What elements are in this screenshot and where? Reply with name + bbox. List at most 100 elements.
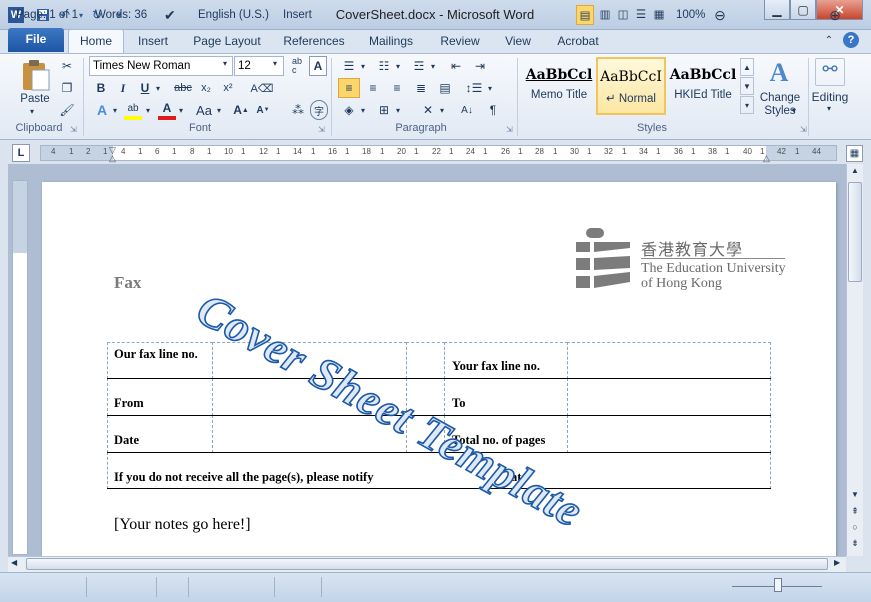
tab-file[interactable]: File — [8, 28, 64, 52]
style-normal[interactable]: AaBbCcI ↵ Normal — [596, 57, 666, 115]
shading-icon[interactable]: ◈ — [340, 100, 358, 120]
line-spacing-icon[interactable]: ↕☰ — [464, 78, 484, 98]
change-case-dropdown-icon[interactable]: ▾ — [214, 100, 224, 120]
tab-page-layout[interactable]: Page Layout — [188, 30, 266, 53]
character-border-icon[interactable]: A — [309, 56, 327, 76]
increase-indent-icon[interactable]: ⇥ — [471, 56, 489, 76]
tab-insert[interactable]: Insert — [130, 30, 176, 53]
underline-icon[interactable]: U — [137, 78, 153, 98]
text-effects-icon[interactable]: A — [93, 100, 111, 120]
vertical-scrollbar[interactable]: ▲ ▼ ⇞ ○ ⇟ — [846, 164, 863, 556]
zoom-in-icon[interactable]: ⊕ — [827, 5, 843, 25]
style-hkied-title[interactable]: AaBbCcl HKIEd Title — [668, 57, 738, 115]
scroll-right-icon[interactable]: ▶ — [834, 558, 840, 567]
outline-icon[interactable]: ☰ — [633, 5, 649, 25]
tab-mailings[interactable]: Mailings — [360, 30, 422, 53]
change-styles-icon[interactable]: A — [764, 58, 794, 88]
distributed-icon[interactable]: ▤ — [435, 78, 455, 98]
font-size-dropdown-icon[interactable]: ▾ — [273, 59, 277, 68]
decrease-indent-icon[interactable]: ⇤ — [447, 56, 465, 76]
find-binoculars-icon[interactable]: ⚯ — [815, 58, 845, 86]
shading-dropdown-icon[interactable]: ▾ — [358, 100, 368, 120]
help-icon[interactable]: ? — [843, 32, 859, 48]
insert-mode[interactable]: Insert — [283, 5, 312, 25]
font-color-dropdown-icon[interactable]: ▾ — [176, 100, 186, 120]
format-painter-icon[interactable]: 🖌 — [58, 100, 76, 120]
change-styles-dropdown-icon[interactable]: ▾ — [792, 106, 796, 115]
styles-scroll-up-icon[interactable]: ▲ — [740, 58, 754, 76]
tab-acrobat[interactable]: Acrobat — [550, 30, 606, 53]
full-screen-reading-icon[interactable]: ▥ — [597, 5, 613, 25]
subscript-icon[interactable]: x₂ — [198, 78, 214, 98]
browse-object-icon[interactable]: ○ — [849, 522, 861, 534]
scroll-down-icon[interactable]: ▼ — [849, 490, 861, 502]
align-left-icon[interactable]: ≡ — [338, 78, 360, 98]
table-cell[interactable] — [567, 415, 771, 453]
editing-dropdown-icon[interactable]: ▾ — [827, 104, 831, 113]
draft-icon[interactable]: ▦ — [651, 5, 667, 25]
tab-view[interactable]: View — [498, 30, 538, 53]
text-effects-dropdown-icon[interactable]: ▾ — [110, 100, 120, 120]
zoom-out-icon[interactable]: ⊖ — [712, 5, 728, 25]
web-layout-icon[interactable]: ◫ — [615, 5, 631, 25]
change-styles-button[interactable]: Change Styles — [756, 92, 804, 118]
zoom-slider-thumb[interactable] — [774, 578, 782, 592]
view-ruler-icon[interactable]: ▦ — [846, 145, 863, 162]
bullets-icon[interactable]: ☰ — [340, 56, 358, 76]
table-cell[interactable] — [567, 342, 771, 379]
table-cell[interactable] — [567, 378, 771, 416]
clipboard-launcher-icon[interactable]: ⇲ — [70, 125, 77, 134]
paste-button[interactable]: Paste — [18, 93, 52, 105]
tab-references[interactable]: References — [278, 30, 350, 53]
borders-icon[interactable]: ⊞ — [375, 100, 393, 120]
numbering-dropdown-icon[interactable]: ▾ — [393, 56, 403, 76]
cut-icon[interactable]: ✂ — [58, 56, 76, 76]
superscript-icon[interactable]: x² — [220, 78, 236, 98]
font-name-combo[interactable]: Times New Roman — [89, 56, 233, 76]
sort-icon[interactable]: A↓ — [458, 100, 476, 120]
language-status[interactable]: English (U.S.) — [198, 5, 269, 25]
asian-layout-dropdown-icon[interactable]: ▾ — [437, 100, 447, 120]
styles-more-icon[interactable]: ▾ — [740, 96, 754, 114]
page-count[interactable]: Page: 1 of 1 — [16, 5, 78, 25]
copy-icon[interactable]: ❐ — [58, 78, 76, 98]
previous-page-icon[interactable]: ⇞ — [849, 506, 861, 518]
next-page-icon[interactable]: ⇟ — [849, 538, 861, 550]
font-launcher-icon[interactable]: ⇲ — [318, 125, 325, 134]
line-spacing-dropdown-icon[interactable]: ▾ — [485, 78, 495, 98]
justify-icon[interactable]: ≣ — [411, 78, 431, 98]
proofing-icon[interactable]: ✔ — [164, 5, 176, 25]
word-count[interactable]: Words: 36 — [95, 5, 147, 25]
tab-review[interactable]: Review — [434, 30, 486, 53]
strikethrough-icon[interactable]: abc — [172, 78, 194, 98]
editing-button[interactable]: Editing — [808, 90, 852, 104]
align-right-icon[interactable]: ≡ — [387, 78, 407, 98]
bullets-dropdown-icon[interactable]: ▾ — [358, 56, 368, 76]
grow-font-icon[interactable]: ab c — [288, 56, 306, 76]
minimize-ribbon-icon[interactable]: ⌃ — [822, 30, 836, 53]
scroll-up-icon[interactable]: ▲ — [849, 166, 861, 178]
bold-icon[interactable]: B — [93, 78, 109, 98]
tab-home[interactable]: Home — [68, 29, 124, 54]
numbering-icon[interactable]: ☷ — [375, 56, 393, 76]
scroll-left-icon[interactable]: ◀ — [11, 558, 17, 567]
asian-layout-icon[interactable]: ✕ — [418, 100, 438, 120]
hanging-indent-marker[interactable]: △ — [109, 153, 116, 164]
tab-selector-icon[interactable]: L — [12, 144, 30, 162]
styles-scroll-down-icon[interactable]: ▼ — [740, 77, 754, 95]
shrink-font-icon[interactable]: A ▼ — [254, 100, 272, 120]
underline-dropdown-icon[interactable]: ▾ — [153, 78, 163, 98]
show-hide-icon[interactable]: ¶ — [484, 100, 502, 120]
paragraph-launcher-icon[interactable]: ⇲ — [506, 125, 513, 134]
grow-font-size-icon[interactable]: A ▲ — [232, 100, 250, 120]
multilevel-list-icon[interactable]: ☲ — [410, 56, 428, 76]
clear-formatting-icon[interactable]: A⌫ — [251, 78, 274, 98]
enclose-characters-icon[interactable]: 字 — [310, 100, 328, 120]
borders-dropdown-icon[interactable]: ▾ — [393, 100, 403, 120]
italic-icon[interactable]: I — [115, 78, 131, 98]
notes-text[interactable]: [Your notes go here!] — [114, 516, 251, 534]
minimize-button[interactable]: ▁ — [764, 0, 790, 20]
vertical-ruler[interactable] — [12, 180, 28, 555]
scroll-thumb[interactable] — [848, 182, 862, 282]
style-memo-title[interactable]: AaBbCcl Memo Title — [524, 57, 594, 115]
